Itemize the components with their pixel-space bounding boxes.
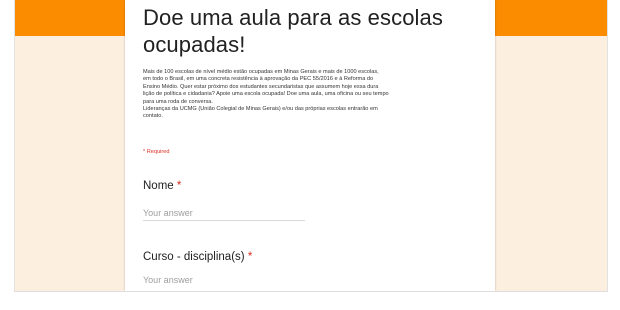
description-line: Lideranças da UCMG (União Colegial de Mi… bbox=[143, 106, 378, 113]
cropped-text-fragment bbox=[0, 291, 620, 310]
description-line: contato. bbox=[143, 113, 163, 120]
question-label-text: Nome bbox=[143, 180, 174, 192]
nome-answer-input[interactable]: Your answer bbox=[143, 208, 305, 221]
required-star: * bbox=[176, 180, 182, 192]
description-line: para uma roda de conversa. bbox=[143, 98, 213, 105]
form-title-line-1: Doe uma aula para as escolas bbox=[143, 5, 443, 30]
form-card: Doe uma aula para as escolas ocupadas! M… bbox=[125, 0, 495, 291]
required-star: * bbox=[247, 251, 253, 263]
form-title: Doe uma aula para as escolas ocupadas! bbox=[143, 4, 483, 58]
curso-answer-input[interactable]: Your answer bbox=[143, 275, 305, 287]
question-label-text: Curso - disciplina(s) bbox=[143, 251, 245, 263]
required-note: * Required bbox=[143, 149, 170, 155]
description-line: Mais de 100 escolas de nível médio estão… bbox=[143, 69, 379, 75]
form-description: Mais de 100 escolas de nível médio estão… bbox=[143, 69, 478, 121]
form-page-frame: Doe uma aula para as escolas ocupadas! M… bbox=[14, 0, 608, 292]
form-title-line-2: ocupadas! bbox=[143, 32, 246, 57]
description-line: Ensino Médio. Quer estar próximo dos est… bbox=[143, 83, 379, 90]
question-label-curso: Curso - disciplina(s) * bbox=[143, 251, 252, 263]
description-line: lição de política e cidadania? Apoie uma… bbox=[143, 91, 389, 98]
description-line: em todo o Brasil, em uma concreta resist… bbox=[143, 76, 374, 83]
question-label-nome: Nome * bbox=[143, 180, 181, 192]
